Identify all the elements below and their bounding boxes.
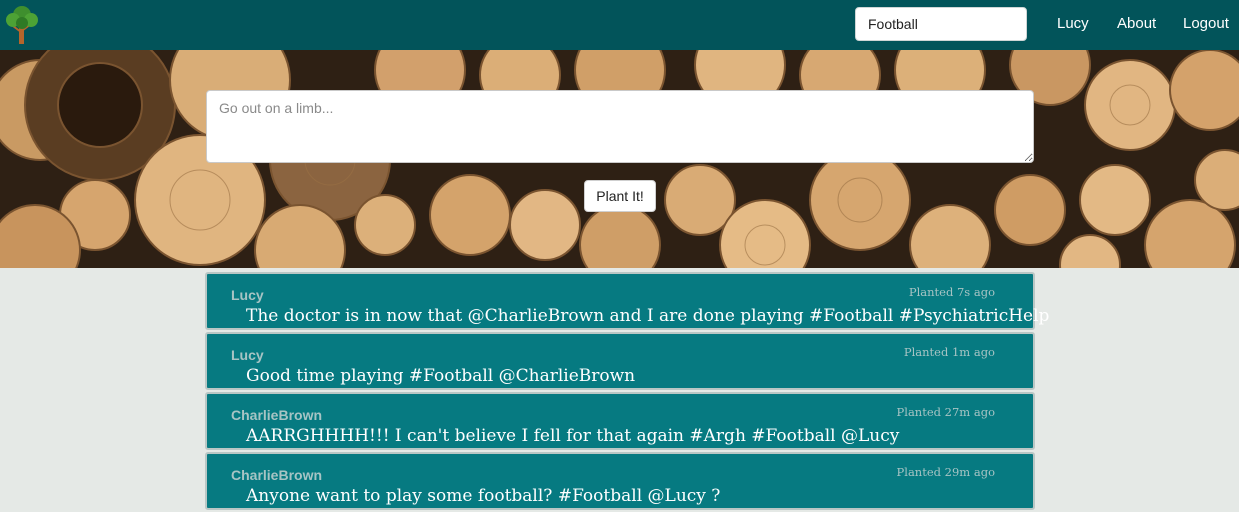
post-author[interactable]: Lucy bbox=[231, 287, 264, 303]
post-text: Anyone want to play some football? #Foot… bbox=[246, 486, 721, 506]
post-card: Lucy Planted 1m ago Good time playing #F… bbox=[205, 332, 1035, 390]
post-text: The doctor is in now that @CharlieBrown … bbox=[246, 306, 1050, 326]
post-card: CharlieBrown Planted 29m ago Anyone want… bbox=[205, 452, 1035, 510]
nav-link-logout[interactable]: Logout bbox=[1183, 15, 1229, 33]
plant-it-button[interactable]: Plant It! bbox=[584, 180, 656, 212]
post-text: AARRGHHHH!!! I can't believe I fell for … bbox=[246, 426, 900, 446]
post-feed: Lucy Planted 7s ago The doctor is in now… bbox=[205, 272, 1049, 512]
nav-link-lucy[interactable]: Lucy bbox=[1057, 15, 1089, 33]
nav-link-about[interactable]: About bbox=[1117, 15, 1156, 33]
tree-logo-icon[interactable] bbox=[4, 4, 40, 46]
search-input[interactable] bbox=[855, 7, 1027, 41]
hero-banner: Plant It! bbox=[0, 50, 1239, 268]
compose-textarea[interactable] bbox=[206, 90, 1034, 163]
top-navbar: Lucy About Logout bbox=[0, 0, 1239, 50]
post-author[interactable]: CharlieBrown bbox=[231, 407, 322, 423]
post-author[interactable]: Lucy bbox=[231, 347, 264, 363]
post-card: CharlieBrown Planted 27m ago AARRGHHHH!!… bbox=[205, 392, 1035, 450]
post-author[interactable]: CharlieBrown bbox=[231, 467, 322, 483]
post-timestamp: Planted 27m ago bbox=[896, 405, 995, 419]
post-timestamp: Planted 29m ago bbox=[896, 465, 995, 479]
post-timestamp: Planted 7s ago bbox=[908, 285, 995, 299]
post-card: Lucy Planted 7s ago The doctor is in now… bbox=[205, 272, 1049, 330]
post-text: Good time playing #Football @CharlieBrow… bbox=[246, 366, 636, 386]
post-timestamp: Planted 1m ago bbox=[903, 345, 995, 359]
